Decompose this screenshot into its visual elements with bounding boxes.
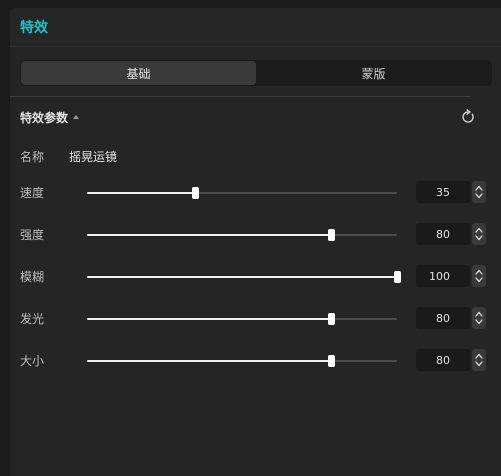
caret-up-icon[interactable]: [73, 114, 80, 119]
stepper-arrows-icon: [475, 227, 483, 241]
param-row-glow: 发光 80: [20, 307, 486, 331]
speed-input[interactable]: 35: [416, 181, 470, 203]
effect-name-label: 名称: [20, 149, 45, 164]
stepper-arrows-icon: [475, 269, 483, 283]
effect-name-row: 名称 摇晃运镜: [20, 147, 117, 165]
size-slider[interactable]: [87, 355, 397, 367]
tab-mask[interactable]: 蒙版: [256, 61, 491, 85]
size-label: 大小: [20, 354, 45, 368]
glow-label: 发光: [20, 312, 45, 326]
blur-label: 模糊: [20, 270, 45, 284]
speed-slider-fill: [87, 192, 196, 194]
strength-slider-thumb[interactable]: [328, 229, 336, 241]
glow-slider[interactable]: [87, 313, 397, 325]
tab-basic[interactable]: 基础: [21, 61, 256, 85]
speed-slider-thumb[interactable]: [192, 187, 199, 199]
strength-slider-fill: [87, 234, 332, 236]
effect-params-header: 特效参数: [20, 107, 475, 127]
strength-label: 强度: [20, 228, 45, 242]
speed-label: 速度: [20, 186, 45, 200]
panel-title: 特效: [20, 20, 48, 36]
strength-input[interactable]: 80: [416, 223, 470, 245]
param-row-speed: 速度 35: [20, 181, 486, 205]
size-slider-thumb[interactable]: [328, 355, 336, 367]
param-row-strength: 强度 80: [20, 223, 486, 247]
stepper-arrows-icon: [475, 185, 483, 199]
size-input[interactable]: 80: [416, 349, 470, 371]
speed-slider[interactable]: [87, 187, 397, 199]
size-stepper[interactable]: [472, 349, 486, 371]
blur-slider[interactable]: [87, 271, 401, 283]
effect-name-value: 摇晃运镜: [69, 149, 118, 164]
param-row-blur: 模糊 100: [20, 265, 486, 289]
param-row-size: 大小 80: [20, 349, 486, 373]
glow-slider-fill: [87, 318, 332, 320]
stepper-arrows-icon: [475, 353, 483, 367]
tab-bar: 基础 蒙版: [20, 60, 492, 86]
blur-slider-fill: [87, 276, 397, 278]
blur-stepper[interactable]: [472, 265, 486, 287]
glow-slider-thumb[interactable]: [328, 313, 336, 325]
section-title: 特效参数: [20, 110, 69, 125]
section-divider: [10, 96, 470, 97]
speed-stepper[interactable]: [472, 181, 486, 203]
effects-panel: 特效 基础 蒙版 特效参数 名称 摇晃运镜 速度 35 强度 80 模糊 100…: [10, 8, 501, 476]
reset-icon[interactable]: [460, 109, 476, 125]
strength-stepper[interactable]: [472, 223, 486, 245]
glow-input[interactable]: 80: [416, 307, 470, 329]
glow-stepper[interactable]: [472, 307, 486, 329]
panel-header: 特效: [10, 8, 501, 47]
stepper-arrows-icon: [475, 311, 483, 325]
blur-input[interactable]: 100: [416, 265, 470, 287]
blur-slider-thumb[interactable]: [393, 271, 401, 283]
strength-slider[interactable]: [87, 229, 397, 241]
size-slider-fill: [87, 360, 332, 362]
